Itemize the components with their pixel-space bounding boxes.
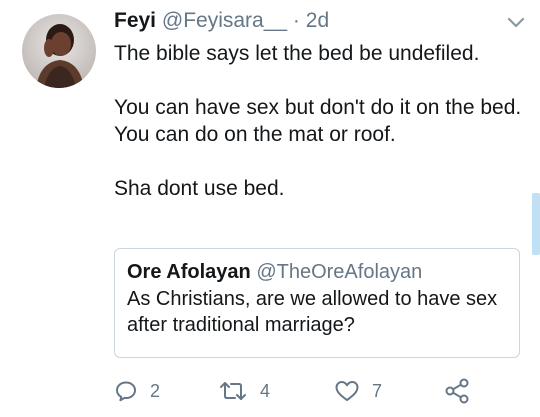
timestamp[interactable]: 2d — [306, 9, 329, 32]
tweet-line: You can have sex but don't do it on the … — [114, 96, 522, 119]
author-name[interactable]: Feyi — [114, 9, 156, 32]
retweet-button[interactable]: 4 — [218, 376, 270, 406]
share-icon — [444, 378, 470, 404]
retweet-count: 4 — [260, 380, 271, 401]
tweet: Feyi @Feyisara__ · 2d The bible says let… — [0, 0, 540, 417]
reply-icon — [114, 379, 138, 403]
retweet-icon — [218, 379, 248, 403]
author-handle[interactable]: @Feyisara__ — [162, 9, 287, 32]
scrollbar-thumb[interactable] — [532, 193, 540, 255]
tweet-line: Sha dont use bed. — [114, 177, 285, 200]
quoted-tweet-text: As Christians, are we allowed to have se… — [127, 288, 498, 336]
quoted-tweet-header: Ore Afolayan @TheOreAfolayan — [127, 260, 507, 284]
chevron-down-icon[interactable] — [506, 16, 526, 30]
like-count: 7 — [372, 380, 383, 401]
line-break — [114, 148, 524, 175]
reply-button[interactable]: 2 — [114, 376, 160, 406]
tweet-line: You can do on the mat or roof. — [114, 123, 396, 146]
avatar[interactable] — [22, 14, 96, 88]
share-button[interactable] — [444, 376, 470, 406]
tweet-line: The bible says let the bed be undefiled. — [114, 42, 480, 65]
heart-icon — [334, 379, 360, 403]
tweet-header: Feyi @Feyisara__ · 2d — [114, 8, 329, 34]
like-button[interactable]: 7 — [334, 376, 382, 406]
reply-count: 2 — [150, 380, 161, 401]
separator-dot: · — [292, 9, 300, 32]
quoted-author-handle: @TheOreAfolayan — [256, 261, 423, 283]
line-break — [114, 67, 524, 94]
quoted-tweet[interactable]: Ore Afolayan @TheOreAfolayan As Christia… — [114, 248, 520, 358]
tweet-text: The bible says let the bed be undefiled.… — [114, 40, 524, 202]
quoted-author-name: Ore Afolayan — [127, 261, 251, 283]
tweet-actions: 2 4 7 — [114, 376, 534, 406]
